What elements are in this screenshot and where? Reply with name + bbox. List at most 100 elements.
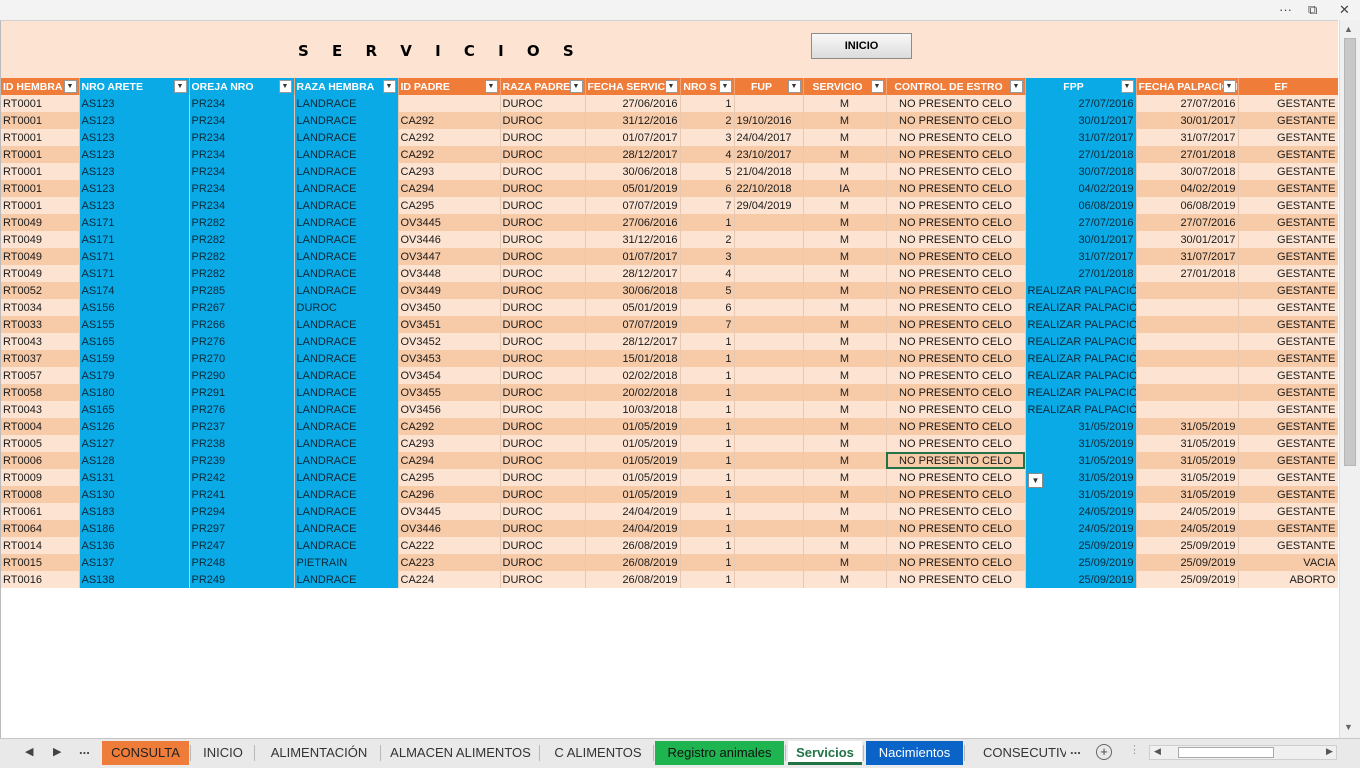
- table-cell[interactable]: LANDRACE: [294, 214, 399, 231]
- column-header[interactable]: ID PADRE ▼: [398, 78, 501, 95]
- column-header[interactable]: RAZA HEMBRA ▼: [294, 78, 399, 95]
- table-cell[interactable]: 30/01/2017: [1136, 112, 1239, 129]
- table-cell[interactable]: 28/12/2017: [585, 265, 681, 282]
- table-cell[interactable]: 24/04/2019: [585, 520, 681, 537]
- table-cell[interactable]: 22/10/2018: [734, 180, 804, 197]
- table-cell[interactable]: 1: [680, 384, 735, 401]
- table-cell[interactable]: AS123: [79, 197, 190, 214]
- table-cell[interactable]: LANDRACE: [294, 520, 399, 537]
- table-cell[interactable]: 1: [680, 554, 735, 571]
- table-cell[interactable]: DUROC: [500, 112, 586, 129]
- table-cell[interactable]: [734, 95, 804, 112]
- inicio-button[interactable]: INICIO: [811, 33, 912, 59]
- table-cell[interactable]: 1: [680, 571, 735, 588]
- table-cell[interactable]: M: [803, 248, 887, 265]
- table-cell[interactable]: M: [803, 486, 887, 503]
- table-cell[interactable]: [1136, 401, 1239, 418]
- table-cell[interactable]: LANDRACE: [294, 95, 399, 112]
- table-cell[interactable]: AS123: [79, 146, 190, 163]
- table-cell[interactable]: AS156: [79, 299, 190, 316]
- table-cell[interactable]: DUROC: [500, 197, 586, 214]
- table-cell[interactable]: GESTANTE: [1238, 384, 1338, 401]
- table-cell[interactable]: OV3448: [398, 265, 501, 282]
- table-cell[interactable]: AS165: [79, 333, 190, 350]
- sheet-tab-inicio[interactable]: INICIO: [193, 741, 253, 765]
- table-cell[interactable]: 27/07/2016: [1025, 214, 1137, 231]
- table-cell[interactable]: M: [803, 435, 887, 452]
- table-cell[interactable]: REALIZAR PALPACIÓN: [1025, 401, 1137, 418]
- filter-dropdown-icon[interactable]: ▼: [718, 80, 732, 93]
- table-cell[interactable]: LANDRACE: [294, 180, 399, 197]
- table-cell[interactable]: DUROC: [500, 520, 586, 537]
- table-cell[interactable]: 15/01/2018: [585, 350, 681, 367]
- table-cell[interactable]: CA222: [398, 537, 501, 554]
- table-cell[interactable]: 28/12/2017: [585, 146, 681, 163]
- table-cell[interactable]: 07/07/2019: [585, 197, 681, 214]
- table-cell[interactable]: NO PRESENTO CELO: [886, 214, 1026, 231]
- table-cell[interactable]: NO PRESENTO CELO: [886, 129, 1026, 146]
- table-cell[interactable]: 23/10/2017: [734, 146, 804, 163]
- table-cell[interactable]: RT0001: [1, 112, 80, 129]
- table-cell[interactable]: RT0057: [1, 367, 80, 384]
- table-cell[interactable]: PR247: [189, 537, 295, 554]
- table-cell[interactable]: GESTANTE: [1238, 197, 1338, 214]
- table-cell[interactable]: DUROC: [500, 146, 586, 163]
- table-cell[interactable]: 1: [680, 469, 735, 486]
- table-cell[interactable]: RT0052: [1, 282, 80, 299]
- filter-dropdown-icon[interactable]: ▼: [787, 80, 801, 93]
- table-cell[interactable]: DUROC: [500, 282, 586, 299]
- table-cell[interactable]: 1: [680, 95, 735, 112]
- table-cell[interactable]: NO PRESENTO CELO: [886, 180, 1026, 197]
- table-cell[interactable]: DUROC: [500, 350, 586, 367]
- table-cell[interactable]: NO PRESENTO CELO: [886, 384, 1026, 401]
- table-cell[interactable]: 01/05/2019: [585, 486, 681, 503]
- table-cell[interactable]: GESTANTE: [1238, 248, 1338, 265]
- table-cell[interactable]: [1136, 333, 1239, 350]
- table-cell[interactable]: RT0064: [1, 520, 80, 537]
- table-cell[interactable]: 01/07/2017: [585, 129, 681, 146]
- table-cell[interactable]: AS180: [79, 384, 190, 401]
- table-cell[interactable]: RT0015: [1, 554, 80, 571]
- table-cell[interactable]: M: [803, 350, 887, 367]
- table-cell[interactable]: 24/04/2017: [734, 129, 804, 146]
- table-cell[interactable]: 1: [680, 537, 735, 554]
- table-cell[interactable]: GESTANTE: [1238, 486, 1338, 503]
- vertical-scroll-thumb[interactable]: [1344, 38, 1356, 466]
- table-cell[interactable]: REALIZAR PALPACIÓN: [1025, 384, 1137, 401]
- table-cell[interactable]: DUROC: [500, 231, 586, 248]
- table-cell[interactable]: M: [803, 537, 887, 554]
- table-cell[interactable]: LANDRACE: [294, 401, 399, 418]
- table-cell[interactable]: 31/05/2019: [1136, 435, 1239, 452]
- table-cell[interactable]: M: [803, 316, 887, 333]
- filter-dropdown-icon[interactable]: ▼: [278, 80, 292, 93]
- worksheet[interactable]: S E R V I C I O S INICIO ID HEMBRA ▼ NRO A…: [0, 20, 1338, 738]
- table-cell[interactable]: NO PRESENTO CELO: [886, 163, 1026, 180]
- table-cell[interactable]: NO PRESENTO CELO: [886, 112, 1026, 129]
- sheet-tab-registro-animales[interactable]: Registro animales: [655, 741, 784, 765]
- table-cell[interactable]: REALIZAR PALPACIÓN: [1025, 282, 1137, 299]
- table-cell[interactable]: M: [803, 452, 887, 469]
- table-cell[interactable]: AS128: [79, 452, 190, 469]
- sheet-tab-alimentaci-n[interactable]: ALIMENTACIÓN: [259, 741, 379, 765]
- table-cell[interactable]: CA293: [398, 435, 501, 452]
- table-cell[interactable]: 1: [680, 333, 735, 350]
- table-cell[interactable]: 1: [680, 401, 735, 418]
- table-cell[interactable]: 01/07/2017: [585, 248, 681, 265]
- table-cell[interactable]: RT0006: [1, 452, 80, 469]
- table-cell[interactable]: 31/05/2019: [1136, 452, 1239, 469]
- table-cell[interactable]: RT0004: [1, 418, 80, 435]
- dropdown-arrow-icon[interactable]: ▼: [1028, 473, 1043, 488]
- table-cell[interactable]: NO PRESENTO CELO: [886, 231, 1026, 248]
- table-cell[interactable]: PR276: [189, 401, 295, 418]
- column-header[interactable]: FUP ▼: [734, 78, 804, 95]
- filter-dropdown-icon[interactable]: ▼: [1120, 80, 1134, 93]
- table-cell[interactable]: 31/05/2019: [1025, 435, 1137, 452]
- table-cell[interactable]: [734, 418, 804, 435]
- table-cell[interactable]: AS171: [79, 231, 190, 248]
- table-cell[interactable]: OV3450: [398, 299, 501, 316]
- table-cell[interactable]: 04/02/2019: [1136, 180, 1239, 197]
- table-cell[interactable]: 26/08/2019: [585, 537, 681, 554]
- table-cell[interactable]: 10/03/2018: [585, 401, 681, 418]
- table-cell[interactable]: 27/01/2018: [1025, 146, 1137, 163]
- table-cell[interactable]: PR234: [189, 197, 295, 214]
